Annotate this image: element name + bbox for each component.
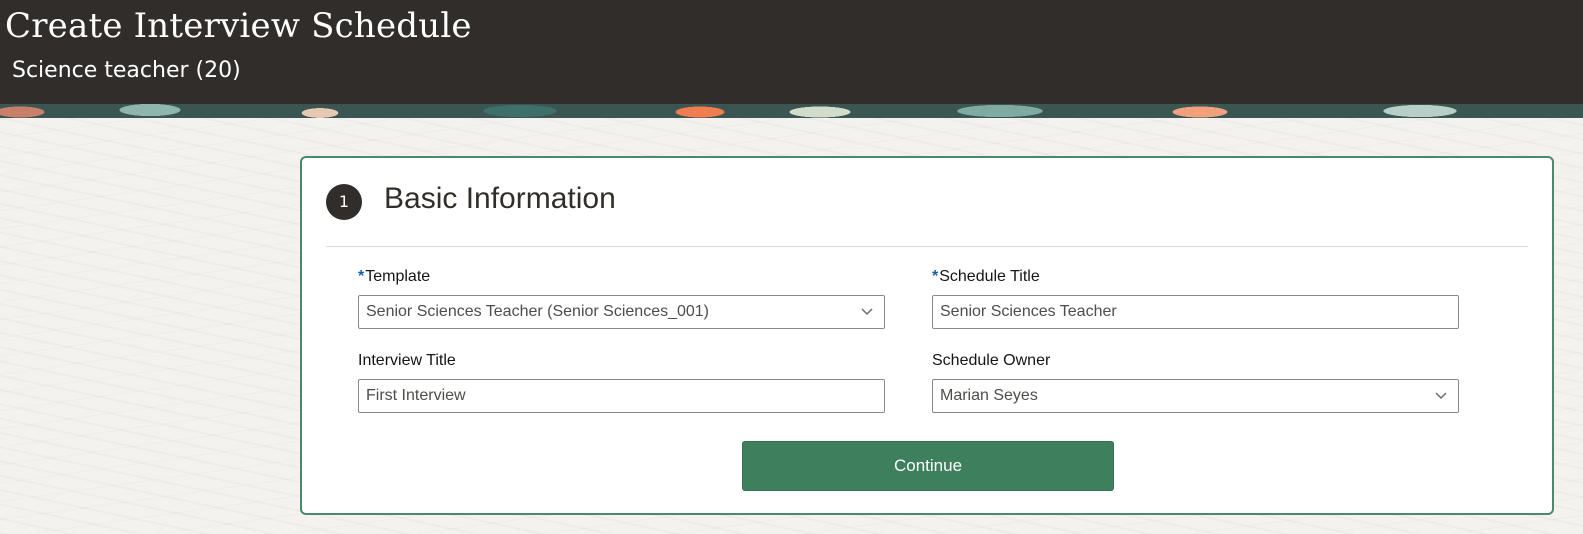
- divider: [326, 246, 1528, 247]
- schedule-owner-field: Schedule Owner: [932, 350, 1459, 413]
- page-title: Create Interview Schedule: [5, 6, 472, 46]
- schedule-owner-input[interactable]: [933, 380, 1458, 412]
- step-title: Basic Information: [384, 182, 616, 215]
- interview-title-input[interactable]: [359, 380, 884, 412]
- page-header: Create Interview Schedule Science teache…: [0, 0, 1583, 104]
- schedule-owner-select[interactable]: [932, 379, 1459, 413]
- template-input[interactable]: [359, 296, 884, 328]
- continue-button[interactable]: Continue: [742, 441, 1114, 491]
- schedule-title-box[interactable]: [932, 295, 1459, 329]
- decorative-banner: [0, 104, 1583, 118]
- template-label: *Template: [358, 266, 885, 288]
- schedule-owner-label: Schedule Owner: [932, 352, 1051, 369]
- interview-title-box[interactable]: [358, 379, 885, 413]
- schedule-title-field: *Schedule Title: [932, 266, 1459, 329]
- template-field: *Template: [358, 266, 885, 329]
- schedule-title-label: *Schedule Title: [932, 266, 1459, 288]
- chevron-down-icon[interactable]: [1434, 388, 1448, 402]
- page-subtitle: Science teacher (20): [12, 58, 241, 83]
- required-mark: *: [932, 268, 939, 285]
- template-select[interactable]: [358, 295, 885, 329]
- schedule-title-input[interactable]: [933, 296, 1458, 328]
- interview-title-field: Interview Title: [358, 350, 885, 413]
- basic-information-card: 1 Basic Information *Template *Schedule …: [300, 156, 1554, 515]
- template-label-text: Template: [365, 268, 431, 285]
- chevron-down-icon[interactable]: [860, 304, 874, 318]
- schedule-title-label-text: Schedule Title: [939, 268, 1040, 285]
- interview-title-label: Interview Title: [358, 352, 456, 369]
- required-mark: *: [358, 268, 365, 285]
- step-number-badge: 1: [326, 184, 362, 220]
